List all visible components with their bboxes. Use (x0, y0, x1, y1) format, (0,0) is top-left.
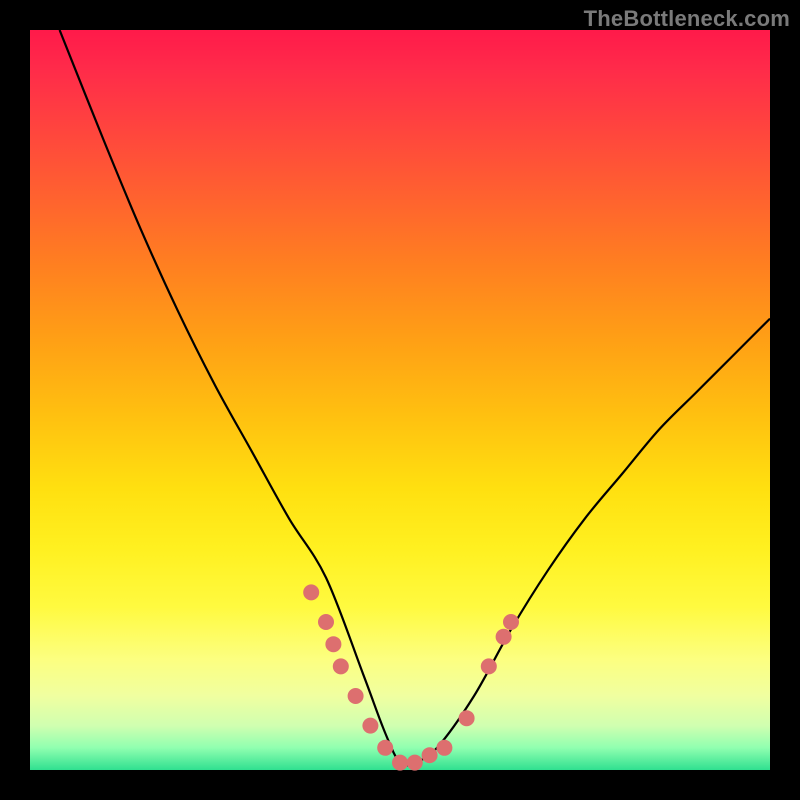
chart-container: TheBottleneck.com (0, 0, 800, 800)
data-marker (348, 688, 364, 704)
data-marker (503, 614, 519, 630)
data-marker (407, 755, 423, 771)
data-marker (496, 629, 512, 645)
data-marker (481, 658, 497, 674)
data-marker (303, 584, 319, 600)
chart-svg (30, 30, 770, 770)
marker-group (303, 584, 519, 770)
plot-area (30, 30, 770, 770)
data-marker (459, 710, 475, 726)
data-marker (318, 614, 334, 630)
data-marker (436, 740, 452, 756)
data-marker (392, 755, 408, 771)
data-marker (325, 636, 341, 652)
data-marker (362, 718, 378, 734)
data-marker (333, 658, 349, 674)
bottleneck-curve (60, 30, 770, 765)
watermark-text: TheBottleneck.com (584, 6, 790, 32)
data-marker (422, 747, 438, 763)
data-marker (377, 740, 393, 756)
